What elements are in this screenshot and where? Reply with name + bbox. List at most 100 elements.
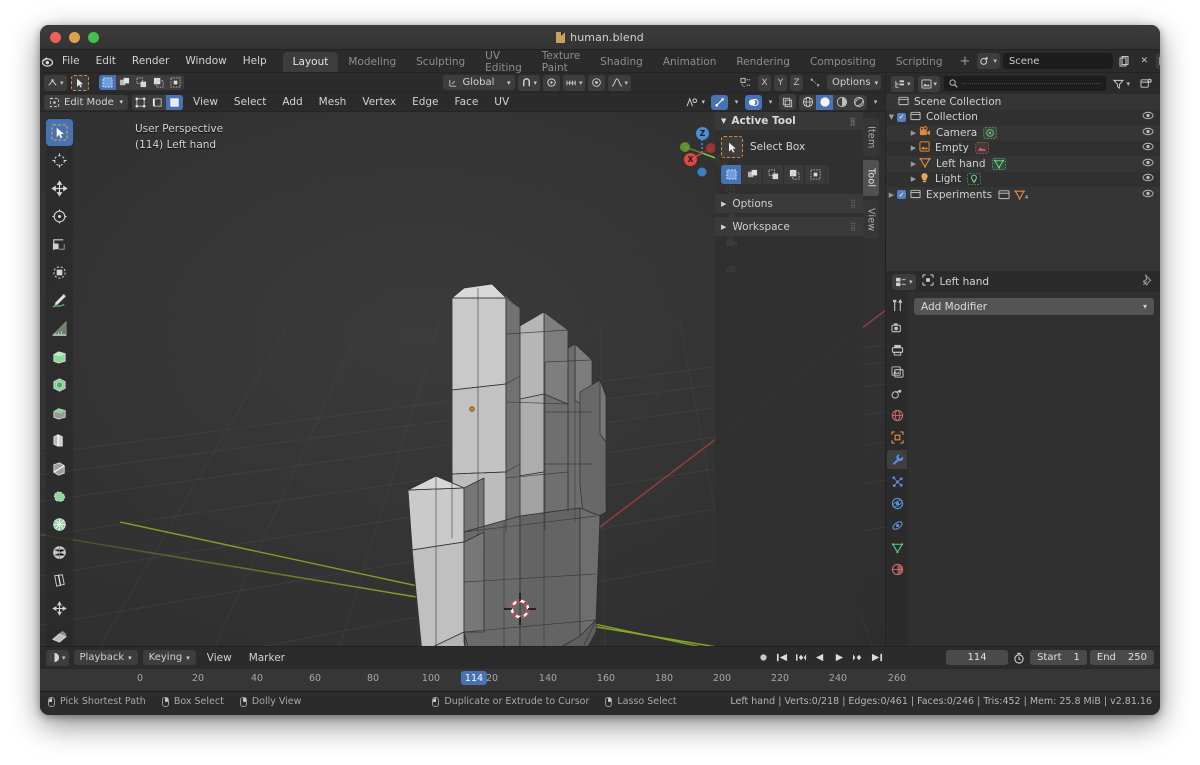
properties-tab-physics[interactable] (887, 494, 907, 513)
editor-type-icon[interactable]: ▾ (44, 75, 67, 91)
properties-editor-type-icon[interactable]: ▾ (892, 274, 916, 290)
disclosure-triangle-icon[interactable]: ▶ (908, 129, 919, 137)
solid-shading-icon[interactable] (816, 95, 833, 110)
outliner-row-camera[interactable]: ▶ Camera (886, 125, 1160, 141)
toggle-xray-button[interactable] (779, 94, 796, 110)
viewport-menu-uv[interactable]: UV (488, 96, 515, 108)
shading-mode-strip[interactable] (799, 95, 867, 110)
properties-tab-object[interactable] (887, 428, 907, 447)
mirror-x-button[interactable]: X (758, 75, 771, 91)
set-mode-invert-icon[interactable] (150, 75, 167, 90)
visibility-dropdown-icon[interactable]: ▾ (683, 94, 708, 110)
3d-viewport[interactable]: User Perspective (114) Left hand (40, 112, 885, 646)
disclosure-triangle-icon[interactable]: ▶ (908, 160, 919, 168)
tab-item[interactable]: Item (863, 118, 879, 156)
visibility-eye-icon[interactable] (1142, 111, 1154, 123)
selection-mode-difference-icon[interactable] (784, 165, 805, 184)
select-box-tool[interactable] (46, 119, 73, 146)
properties-tab-view-layer[interactable] (887, 362, 907, 381)
selection-mode-subtract-icon[interactable] (763, 165, 784, 184)
outliner-editor-type-icon[interactable]: ▾ (891, 76, 914, 92)
rotate-tool[interactable] (46, 203, 73, 230)
scale-tool[interactable] (46, 231, 73, 258)
zoom-window-button[interactable] (88, 32, 99, 43)
visibility-eye-icon[interactable] (1142, 189, 1154, 201)
edge-select-mode-icon[interactable] (149, 95, 166, 110)
viewport-menu-face[interactable]: Face (449, 96, 485, 108)
properties-tab-particles[interactable] (887, 472, 907, 491)
viewport-menu-view[interactable]: View (187, 96, 224, 108)
topology-mirror-icon[interactable] (806, 75, 824, 91)
transform-orientation-dropdown[interactable]: Global ▾ (443, 75, 515, 90)
gizmo-axis-x[interactable]: X (684, 153, 697, 166)
image-data-icon[interactable] (975, 142, 989, 154)
tab-uv-editing[interactable]: UV Editing (475, 52, 532, 72)
inset-faces-tool[interactable] (46, 371, 73, 398)
gizmo-axis-z[interactable]: Z (696, 127, 709, 140)
knife-tool[interactable] (46, 455, 73, 482)
visibility-eye-icon[interactable] (1142, 127, 1154, 139)
show-gizmo-button[interactable] (711, 95, 728, 110)
frame-end-field[interactable]: End 250 (1090, 650, 1154, 665)
outliner-filter-icon[interactable]: ▾ (1110, 76, 1133, 92)
tab-sculpting[interactable]: Sculpting (406, 52, 475, 72)
wireframe-shading-icon[interactable] (799, 95, 816, 110)
set-mode-extend-icon[interactable] (116, 75, 133, 90)
outliner-display-mode-icon[interactable]: ▾ (918, 76, 941, 92)
timeline-menu-marker[interactable]: Marker (243, 652, 291, 664)
selection-mode-intersect-icon[interactable] (805, 165, 826, 184)
poly-build-tool[interactable] (46, 483, 73, 510)
disclosure-triangle-icon[interactable]: ▶ (886, 191, 897, 199)
outliner-search-input[interactable] (944, 76, 1106, 91)
material-preview-shading-icon[interactable] (833, 95, 850, 110)
scene-browse-icon[interactable]: ▾ (977, 53, 1000, 69)
timeline-editor-type-icon[interactable]: ▾ (46, 650, 69, 666)
outliner-row-scene-collection[interactable]: Scene Collection (886, 94, 1160, 110)
visibility-eye-icon[interactable] (1142, 173, 1154, 185)
new-scene-icon[interactable] (1116, 53, 1133, 69)
camera-data-icon[interactable] (983, 127, 997, 139)
tab-modeling[interactable]: Modeling (338, 52, 406, 72)
playback-menu[interactable]: Playback ▾ (74, 650, 138, 665)
collection-checkbox[interactable]: ✓ (897, 113, 906, 122)
tab-compositing[interactable]: Compositing (800, 52, 886, 72)
nested-collection-icon[interactable] (998, 189, 1010, 200)
disclosure-triangle-icon[interactable]: ▼ (886, 113, 897, 121)
light-data-icon[interactable] (967, 173, 981, 185)
properties-tab-tool[interactable] (887, 296, 907, 315)
scene-name-field[interactable]: Scene (1003, 53, 1113, 69)
measure-tool[interactable] (46, 315, 73, 342)
workspace-section-header[interactable]: ▶ Workspace ⣿ (715, 217, 863, 236)
overlays-dropdown-icon[interactable]: ▾ (765, 94, 776, 110)
snap-magnet-icon[interactable]: ▾ (518, 75, 540, 91)
face-select-mode-icon[interactable] (166, 95, 183, 110)
viewport-menu-edge[interactable]: Edge (406, 96, 444, 108)
minimize-window-button[interactable] (69, 32, 80, 43)
show-overlays-button[interactable] (745, 95, 762, 110)
viewport-menu-select[interactable]: Select (228, 96, 272, 108)
properties-tab-output[interactable] (887, 340, 907, 359)
tab-texture-paint[interactable]: Texture Paint (532, 52, 590, 72)
bevel-tool[interactable] (46, 399, 73, 426)
properties-tab-constraints[interactable] (887, 516, 907, 535)
transform-tool[interactable] (46, 259, 73, 286)
proportional-falloff-icon[interactable]: ▾ (608, 75, 631, 91)
outliner-tree[interactable]: Scene Collection ▼ ✓ Collection (886, 94, 1160, 271)
snap-target-icon[interactable] (543, 75, 560, 91)
jump-to-next-keyframe-button[interactable] (850, 650, 866, 665)
active-tool-row[interactable]: Select Box (721, 136, 857, 158)
selection-mode-strip[interactable] (721, 165, 829, 184)
interaction-mode-dropdown[interactable]: Edit Mode ▾ (44, 95, 128, 110)
extrude-region-tool[interactable] (46, 343, 73, 370)
smooth-tool[interactable] (46, 539, 73, 566)
properties-tab-scene[interactable] (887, 384, 907, 403)
delete-scene-icon[interactable]: ✕ (1136, 53, 1153, 69)
tab-layout[interactable]: Layout (283, 52, 339, 72)
disclosure-triangle-icon[interactable]: ▶ (908, 144, 919, 152)
outliner-row-empty[interactable]: ▶ Empty (886, 141, 1160, 157)
edge-slide-tool[interactable] (46, 567, 73, 594)
viewport-menu-add[interactable]: Add (276, 96, 308, 108)
properties-tab-world[interactable] (887, 406, 907, 425)
properties-tab-modifier[interactable] (887, 450, 907, 469)
new-collection-icon[interactable] (1137, 76, 1155, 92)
